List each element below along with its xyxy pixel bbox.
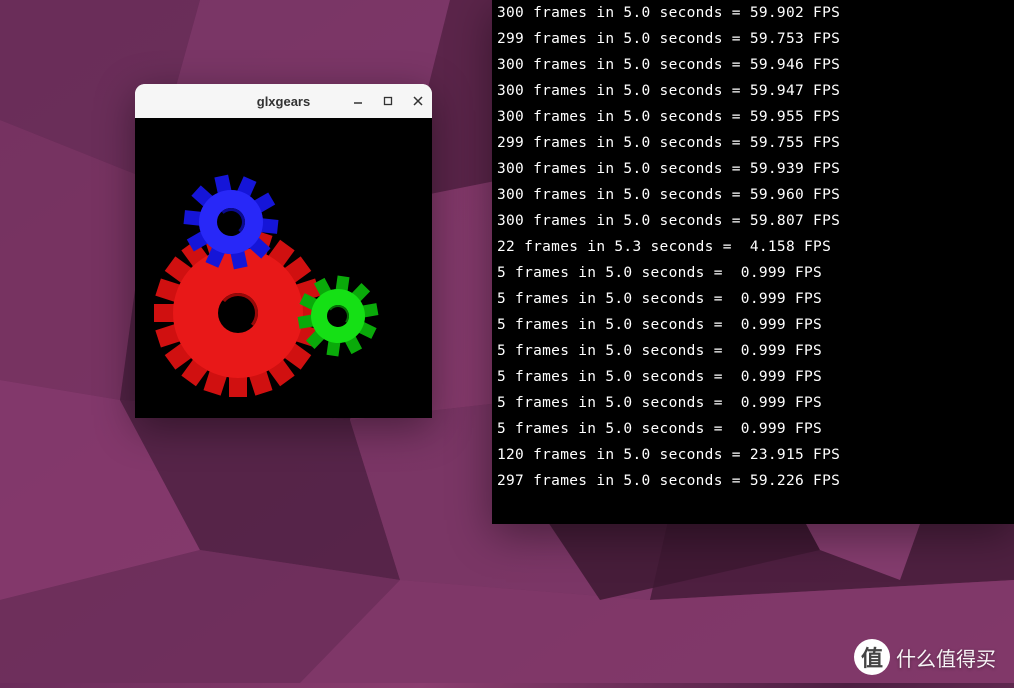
minimize-button[interactable] [350,93,366,109]
watermark-text: 什么值得买 [896,643,996,672]
close-button[interactable] [410,93,426,109]
terminal-line: 300 frames in 5.0 seconds = 59.947 FPS [497,78,1014,104]
terminal-line: 5 frames in 5.0 seconds = 0.999 FPS [497,312,1014,338]
terminal-line: 120 frames in 5.0 seconds = 23.915 FPS [497,442,1014,468]
terminal-line: 300 frames in 5.0 seconds = 59.946 FPS [497,52,1014,78]
maximize-button[interactable] [380,93,396,109]
terminal-line: 300 frames in 5.0 seconds = 59.955 FPS [497,104,1014,130]
gears-canvas [135,118,432,418]
terminal-line: 299 frames in 5.0 seconds = 59.753 FPS [497,26,1014,52]
terminal-line: 5 frames in 5.0 seconds = 0.999 FPS [497,260,1014,286]
glxgears-window[interactable]: glxgears [135,84,432,418]
terminal-line: 297 frames in 5.0 seconds = 59.226 FPS [497,468,1014,494]
watermark: 值 什么值得买 [854,639,996,675]
terminal-line: 22 frames in 5.3 seconds = 4.158 FPS [497,234,1014,260]
terminal-line: 5 frames in 5.0 seconds = 0.999 FPS [497,364,1014,390]
titlebar-controls [350,84,426,118]
titlebar[interactable]: glxgears [135,84,432,118]
terminal-line: 5 frames in 5.0 seconds = 0.999 FPS [497,416,1014,442]
terminal-line: 300 frames in 5.0 seconds = 59.807 FPS [497,208,1014,234]
window-title: glxgears [257,94,310,109]
terminal-line: 5 frames in 5.0 seconds = 0.999 FPS [497,390,1014,416]
terminal-line: 300 frames in 5.0 seconds = 59.902 FPS [497,0,1014,26]
terminal-window[interactable]: 300 frames in 5.0 seconds = 59.902 FPS29… [492,0,1014,524]
terminal-line: 300 frames in 5.0 seconds = 59.960 FPS [497,182,1014,208]
watermark-badge-icon: 值 [854,639,890,675]
terminal-line: 300 frames in 5.0 seconds = 59.939 FPS [497,156,1014,182]
terminal-line: 5 frames in 5.0 seconds = 0.999 FPS [497,286,1014,312]
terminal-line: 299 frames in 5.0 seconds = 59.755 FPS [497,130,1014,156]
terminal-line: 5 frames in 5.0 seconds = 0.999 FPS [497,338,1014,364]
